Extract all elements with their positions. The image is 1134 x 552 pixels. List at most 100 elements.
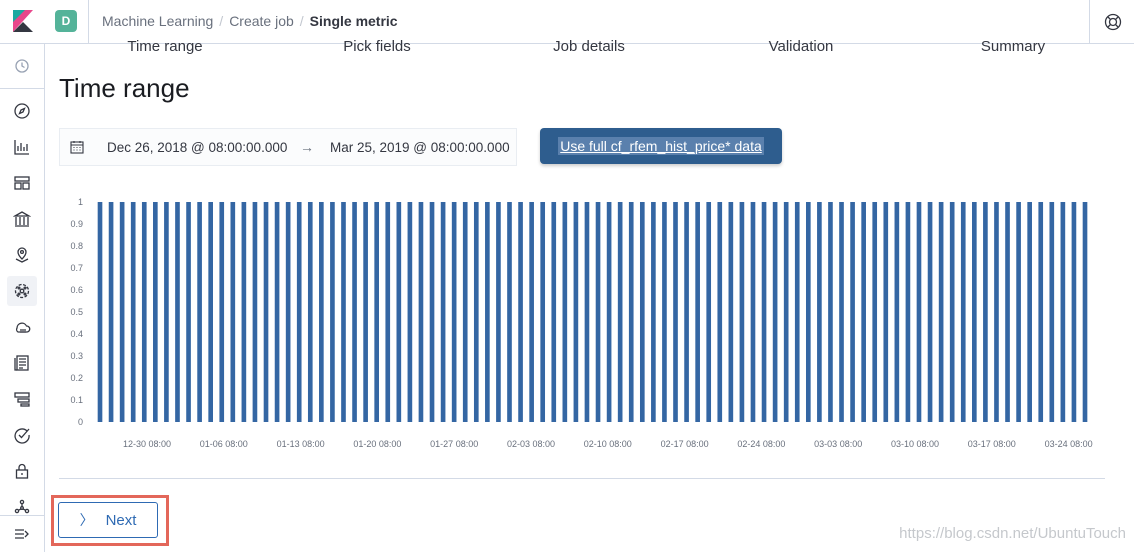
chart-bar[interactable]	[108, 202, 114, 422]
chart-bar[interactable]	[1060, 202, 1066, 422]
chart-bar[interactable]	[750, 202, 756, 422]
chart-bar[interactable]	[828, 202, 833, 422]
chart-bar[interactable]	[507, 202, 512, 422]
collapse-menu-icon[interactable]	[7, 519, 37, 549]
chart-bar[interactable]	[252, 202, 258, 422]
chart-bar[interactable]	[938, 202, 944, 422]
uptime-icon[interactable]	[7, 420, 37, 450]
step-validation[interactable]: Validation	[769, 38, 834, 54]
chart-bar[interactable]	[872, 202, 878, 422]
chart-bar[interactable]	[263, 202, 269, 422]
chart-bar[interactable]	[473, 202, 479, 422]
dashboard-icon[interactable]	[7, 168, 37, 198]
chart-bar[interactable]	[772, 202, 778, 422]
chart-bar[interactable]	[706, 202, 712, 422]
chart-bar[interactable]	[573, 202, 579, 422]
chart-bar[interactable]	[219, 202, 225, 422]
chart-bar[interactable]	[960, 202, 966, 422]
chart-bar[interactable]	[949, 202, 955, 422]
chart-bar[interactable]	[883, 202, 889, 422]
chart-bar[interactable]	[728, 202, 734, 422]
chart-bar[interactable]	[584, 202, 590, 422]
chart-bar[interactable]	[230, 202, 236, 422]
chart-bar[interactable]	[529, 202, 534, 422]
calendar-icon[interactable]	[70, 140, 84, 154]
start-date-button[interactable]: Dec 26, 2018 @ 08:00:00.000	[107, 140, 287, 155]
chart-bar[interactable]	[783, 202, 789, 422]
chart-bar[interactable]	[794, 202, 800, 422]
chart-bar[interactable]	[983, 202, 988, 422]
chart-bar[interactable]	[330, 202, 335, 422]
chart-bar[interactable]	[927, 202, 933, 422]
chart-bar[interactable]	[972, 202, 977, 422]
chart-bar[interactable]	[673, 202, 678, 422]
chart-bar[interactable]	[805, 202, 811, 422]
breadcrumb-machine-learning[interactable]: Machine Learning	[102, 13, 213, 29]
next-button[interactable]: 〉 Next	[58, 502, 158, 538]
chart-bar[interactable]	[363, 202, 368, 422]
chart-bar[interactable]	[994, 202, 999, 422]
chart-bar[interactable]	[916, 202, 922, 422]
chart-bar[interactable]	[385, 202, 391, 422]
chart-bar[interactable]	[396, 202, 402, 422]
kibana-logo-icon[interactable]	[11, 10, 33, 32]
visualize-icon[interactable]	[7, 132, 37, 162]
chart-bar[interactable]	[153, 202, 158, 422]
chart-bar[interactable]	[861, 202, 866, 422]
chart-bar[interactable]	[141, 202, 147, 422]
chart-bar[interactable]	[440, 202, 446, 422]
chart-bar[interactable]	[850, 202, 855, 422]
apm-icon[interactable]	[7, 384, 37, 414]
chart-bar[interactable]	[739, 202, 745, 422]
chart-bar[interactable]	[551, 202, 557, 422]
chart-bar[interactable]	[761, 202, 767, 422]
chart-bar[interactable]	[164, 202, 169, 422]
breadcrumb-create-job[interactable]: Create job	[229, 13, 294, 29]
logs-icon[interactable]	[7, 348, 37, 378]
discover-compass-icon[interactable]	[7, 96, 37, 126]
chart-bar[interactable]	[241, 202, 247, 422]
canvas-icon[interactable]	[7, 204, 37, 234]
use-full-data-button[interactable]: Use full cf_rfem_hist_price* data	[540, 128, 782, 164]
infrastructure-icon[interactable]	[7, 312, 37, 342]
chart-bar[interactable]	[186, 202, 191, 422]
chart-bar[interactable]	[97, 202, 103, 422]
chart-bar[interactable]	[296, 202, 302, 422]
machine-learning-icon[interactable]	[7, 276, 37, 306]
chart-bar[interactable]	[307, 202, 313, 422]
chart-bar[interactable]	[462, 202, 468, 422]
chart-bar[interactable]	[374, 202, 380, 422]
chart-bar[interactable]	[817, 202, 822, 422]
chart-bar[interactable]	[1049, 202, 1055, 422]
chart-bar[interactable]	[518, 202, 523, 422]
maps-icon[interactable]	[7, 240, 37, 270]
step-time-range[interactable]: Time range	[127, 38, 202, 54]
chart-bar[interactable]	[285, 202, 291, 422]
chart-bar[interactable]	[639, 202, 645, 422]
end-date-button[interactable]: Mar 25, 2019 @ 08:00:00.000	[330, 140, 510, 155]
chart-bar[interactable]	[485, 202, 490, 422]
chart-bar[interactable]	[562, 202, 568, 422]
chart-bar[interactable]	[1016, 202, 1021, 422]
chart-bar[interactable]	[496, 202, 501, 422]
chart-bar[interactable]	[130, 202, 136, 422]
recently-viewed-icon[interactable]	[7, 51, 37, 81]
chart-bar[interactable]	[119, 202, 125, 422]
chart-bar[interactable]	[717, 202, 723, 422]
chart-bar[interactable]	[407, 202, 413, 422]
chart-bar[interactable]	[595, 202, 601, 422]
chart-bar[interactable]	[1027, 202, 1032, 422]
chart-bar[interactable]	[894, 202, 900, 422]
chart-bar[interactable]	[540, 202, 546, 422]
chart-bar[interactable]	[651, 202, 656, 422]
security-lock-icon[interactable]	[7, 456, 37, 486]
chart-bar[interactable]	[175, 202, 180, 422]
chart-bar[interactable]	[905, 202, 911, 422]
chart-bar[interactable]	[451, 202, 457, 422]
chart-bar[interactable]	[1005, 202, 1010, 422]
chart-bar[interactable]	[418, 202, 424, 422]
step-summary[interactable]: Summary	[981, 38, 1045, 54]
chart-bar[interactable]	[319, 202, 324, 422]
step-job-details[interactable]: Job details	[553, 38, 625, 54]
step-pick-fields[interactable]: Pick fields	[343, 38, 411, 54]
